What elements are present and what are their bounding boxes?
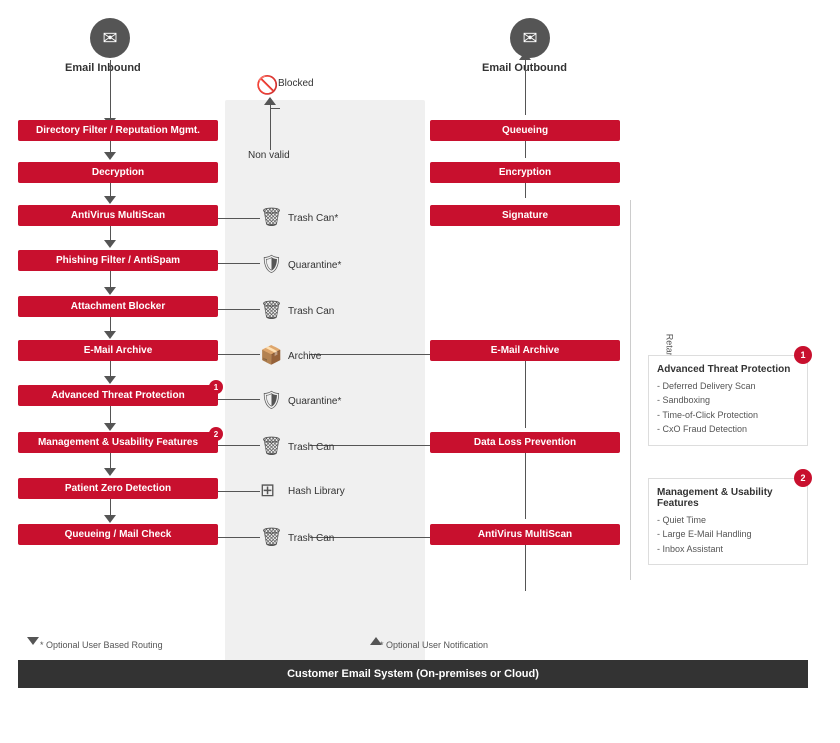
arrow-up-nonvalid [264, 97, 276, 105]
trash-icon-2: 🗑 [260, 300, 283, 321]
arrow-down-left8 [104, 468, 116, 476]
line-v-antivirus-up [525, 541, 526, 591]
attachment-box: Attachment Blocker [18, 296, 218, 317]
decryption-box: Decryption [18, 162, 218, 183]
atp-info-num: 1 [794, 346, 812, 364]
arrow-outbound-v [525, 60, 526, 115]
arrow-routing [27, 637, 39, 645]
line-v-left6 [110, 358, 111, 378]
queueing-right-box: Queueing [430, 120, 620, 141]
atp-box: Advanced Threat Protection [18, 385, 218, 406]
dir-filter-box: Directory Filter / Reputation Mgmt. [18, 120, 218, 141]
arrow-notification [370, 637, 382, 645]
atp-badge: 1 [209, 380, 223, 394]
shield-icon-2: 🛡 [260, 390, 283, 411]
mgmt-info-title: Management & Usability Features [657, 487, 799, 509]
line-h-archive1 [218, 354, 260, 355]
atp-info-title: Advanced Threat Protection [657, 364, 799, 375]
queueing-mailcheck-box: Queueing / Mail Check [18, 524, 218, 545]
trash-label-2: Trash Can [288, 306, 334, 317]
arrow-down-left7 [104, 423, 116, 431]
line-h-hash [218, 491, 260, 492]
blocked-icon: 🚫 [256, 75, 278, 96]
trash-icon-3: 🗑 [260, 436, 283, 457]
line-h-trash4 [218, 537, 260, 538]
line-v-archive-up [525, 358, 526, 428]
antivirus-box: AntiVirus MultiScan [18, 205, 218, 226]
patient-zero-box: Patient Zero Detection [18, 478, 218, 499]
line-h-trash3 [218, 445, 260, 446]
customer-bar: Customer Email System (On-premises or Cl… [18, 660, 808, 688]
archive-icon: 📦 [260, 345, 282, 366]
email-archive-box: E-Mail Archive [18, 340, 218, 361]
encryption-box: Encryption [430, 162, 620, 183]
email-inbound-label: Email Inbound [65, 62, 141, 74]
mgmt-badge: 2 [209, 427, 223, 441]
trash-label-1: Trash Can* [288, 213, 338, 224]
line-v-left7 [110, 403, 111, 425]
line-h-quarantine1 [218, 263, 260, 264]
atp-info-box: 1 Advanced Threat Protection - Deferred … [648, 355, 808, 446]
archive-label: Archive [288, 351, 321, 362]
signature-box: Signature [430, 205, 620, 226]
line-v-dataloss-up [525, 449, 526, 519]
blocked-label: Blocked [278, 78, 314, 89]
quarantine-label-2: Quarantine* [288, 396, 341, 407]
trash-icon-1: 🗑 [260, 207, 283, 228]
line-v-right1 [525, 138, 526, 158]
line-v-nonvalid [270, 105, 271, 150]
line-h-trash2 [218, 309, 260, 310]
data-loss-box: Data Loss Prevention [430, 432, 620, 453]
arrow-down-left2 [104, 196, 116, 204]
atp-wrapper: Advanced Threat Protection 1 [18, 385, 218, 406]
trash-label-3: Trash Can [288, 442, 334, 453]
email-archive-right-box: E-Mail Archive [430, 340, 620, 361]
mgmt-box: Management & Usability Features [18, 432, 218, 453]
arrow-down-left4 [104, 287, 116, 295]
gray-area [225, 100, 425, 680]
optional-routing: * Optional User Based Routing [40, 640, 163, 650]
line-h-trash1 [218, 218, 260, 219]
mgmt-info-box: 2 Management & Usability Features - Quie… [648, 478, 808, 565]
quarantine-label-1: Quarantine* [288, 260, 341, 271]
line-h-blocked [270, 108, 280, 109]
line-v-left8 [110, 450, 111, 470]
mgmt-info-items: - Quiet Time- Large E-Mail Handling- Inb… [657, 513, 799, 556]
trash-icon-4: 🗑 [260, 527, 283, 548]
phishing-box: Phishing Filter / AntiSpam [18, 250, 218, 271]
optional-notification: * Optional User Notification [380, 640, 488, 650]
email-inbound-icon: ✉ [90, 18, 130, 58]
atp-info-items: - Deferred Delivery Scan- Sandboxing- Ti… [657, 379, 799, 437]
datacenter-border [630, 200, 631, 580]
shield-icon-1: 🛡 [260, 254, 283, 275]
line-h-archive-right [310, 354, 430, 355]
mgmt-wrapper: Management & Usability Features 2 [18, 432, 218, 453]
line-h-quarantine2 [218, 399, 260, 400]
arrow-down-left5 [104, 331, 116, 339]
diagram-container: ✉ Email Inbound ✉ Email Outbound 🚫 Block… [0, 0, 840, 743]
hash-icon: ⊞ [260, 480, 275, 501]
trash-label-4: Trash Can [288, 533, 334, 544]
arrow-inbound-v1 [110, 60, 111, 120]
antivirus-right-box: AntiVirus MultiScan [430, 524, 620, 545]
arrow-up-outbound [519, 52, 531, 60]
arrow-down-left9 [104, 515, 116, 523]
hash-label: Hash Library [288, 486, 345, 497]
mgmt-info-num: 2 [794, 469, 812, 487]
arrow-down-left6 [104, 376, 116, 384]
arrow-down-left1 [104, 152, 116, 160]
non-valid-label: Non valid [248, 150, 290, 161]
arrow-down-left3 [104, 240, 116, 248]
